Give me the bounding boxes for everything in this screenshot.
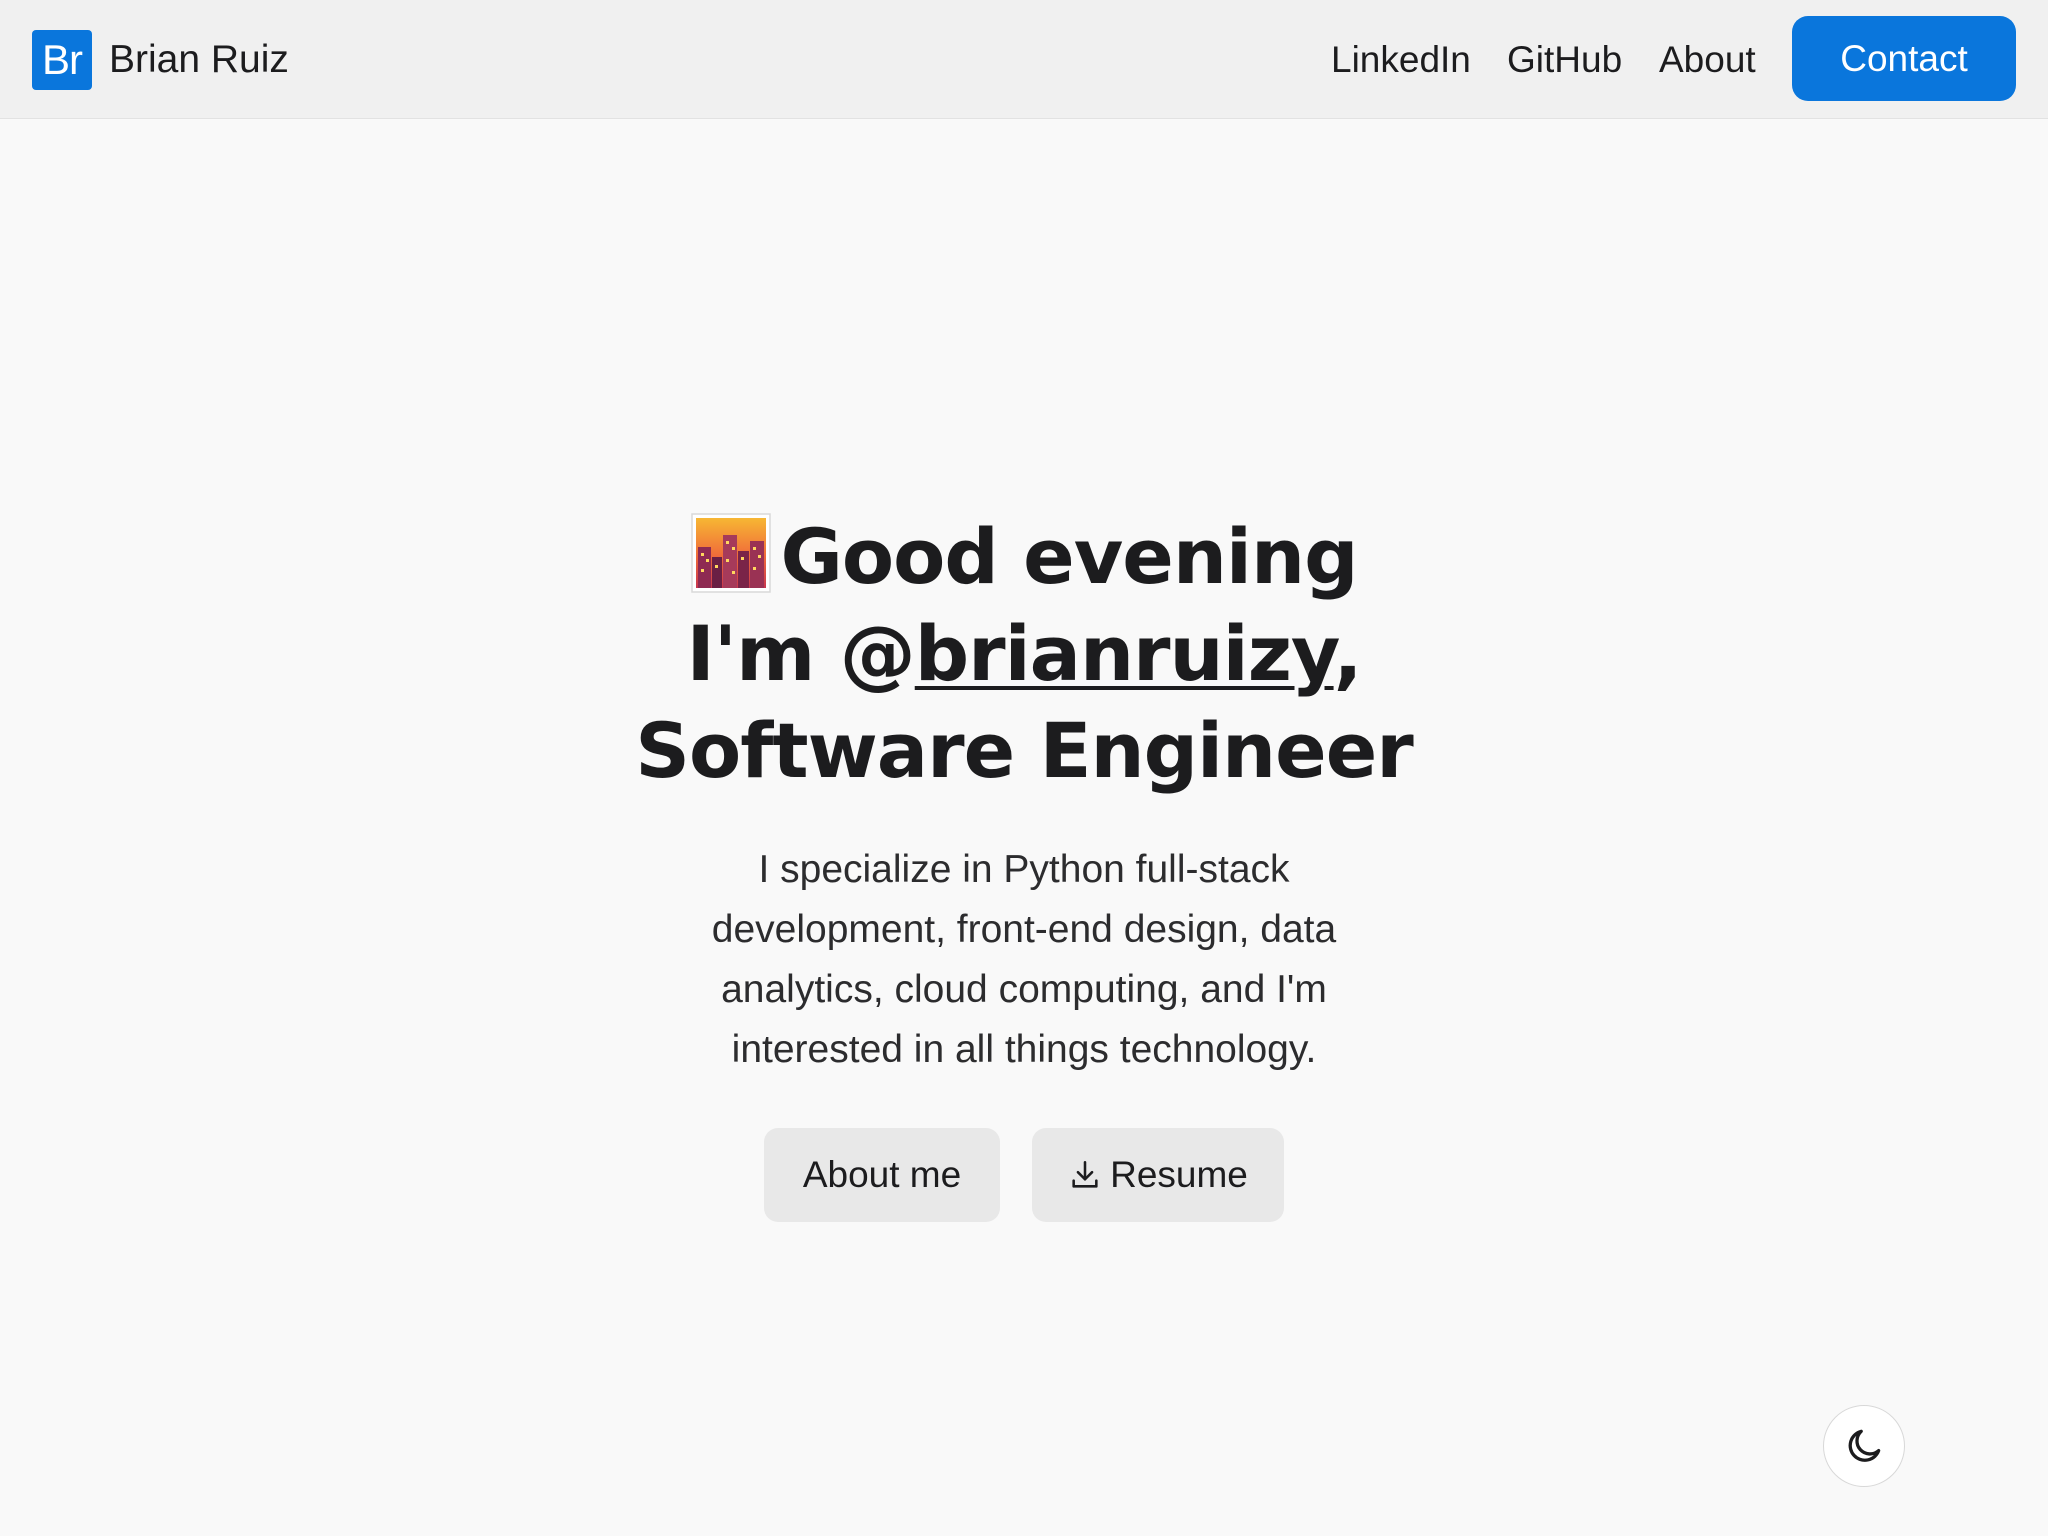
handle-link[interactable]: @brianruizy	[839, 609, 1335, 698]
intro-prefix: I'm	[686, 609, 840, 698]
nav-link-about[interactable]: About	[1659, 36, 1756, 84]
intro-line: I'm @brianruizy,	[624, 605, 1424, 702]
role-text: Software Engineer	[635, 706, 1413, 795]
brand-link[interactable]: Br Brian Ruiz	[32, 30, 289, 90]
cityscape-at-dusk-icon	[690, 513, 771, 593]
hero-description: I specialize in Python full-stack develo…	[711, 848, 1337, 1071]
download-icon	[1072, 1160, 1098, 1188]
page: Br Brian Ruiz LinkedIn GitHub About Cont…	[0, 0, 2048, 1536]
brand-name: Brian Ruiz	[109, 38, 289, 81]
greeting-text: Good evening	[780, 512, 1359, 601]
hero-actions: About me Resume	[764, 1128, 1284, 1222]
resume-button[interactable]: Resume	[1032, 1128, 1284, 1222]
contact-button[interactable]: Contact	[1792, 16, 2016, 101]
intro-suffix: ,	[1333, 609, 1363, 698]
moon-icon	[1848, 1429, 1881, 1462]
nav-link-github[interactable]: GitHub	[1507, 36, 1622, 84]
hero-title: Good evening I'm @brianruizy, Software E…	[624, 508, 1424, 799]
navbar: Br Brian Ruiz LinkedIn GitHub About Cont…	[0, 0, 2048, 119]
about-me-button[interactable]: About me	[764, 1128, 1000, 1222]
nav-link-linkedin[interactable]: LinkedIn	[1331, 36, 1471, 84]
resume-label: Resume	[1110, 1154, 1248, 1195]
brand-logo: Br	[32, 30, 92, 90]
handle-name: brianruizy	[914, 609, 1335, 698]
handle-at: @	[839, 609, 916, 698]
greeting-line: Good evening	[624, 508, 1424, 605]
theme-toggle-button[interactable]	[1823, 1405, 1905, 1487]
